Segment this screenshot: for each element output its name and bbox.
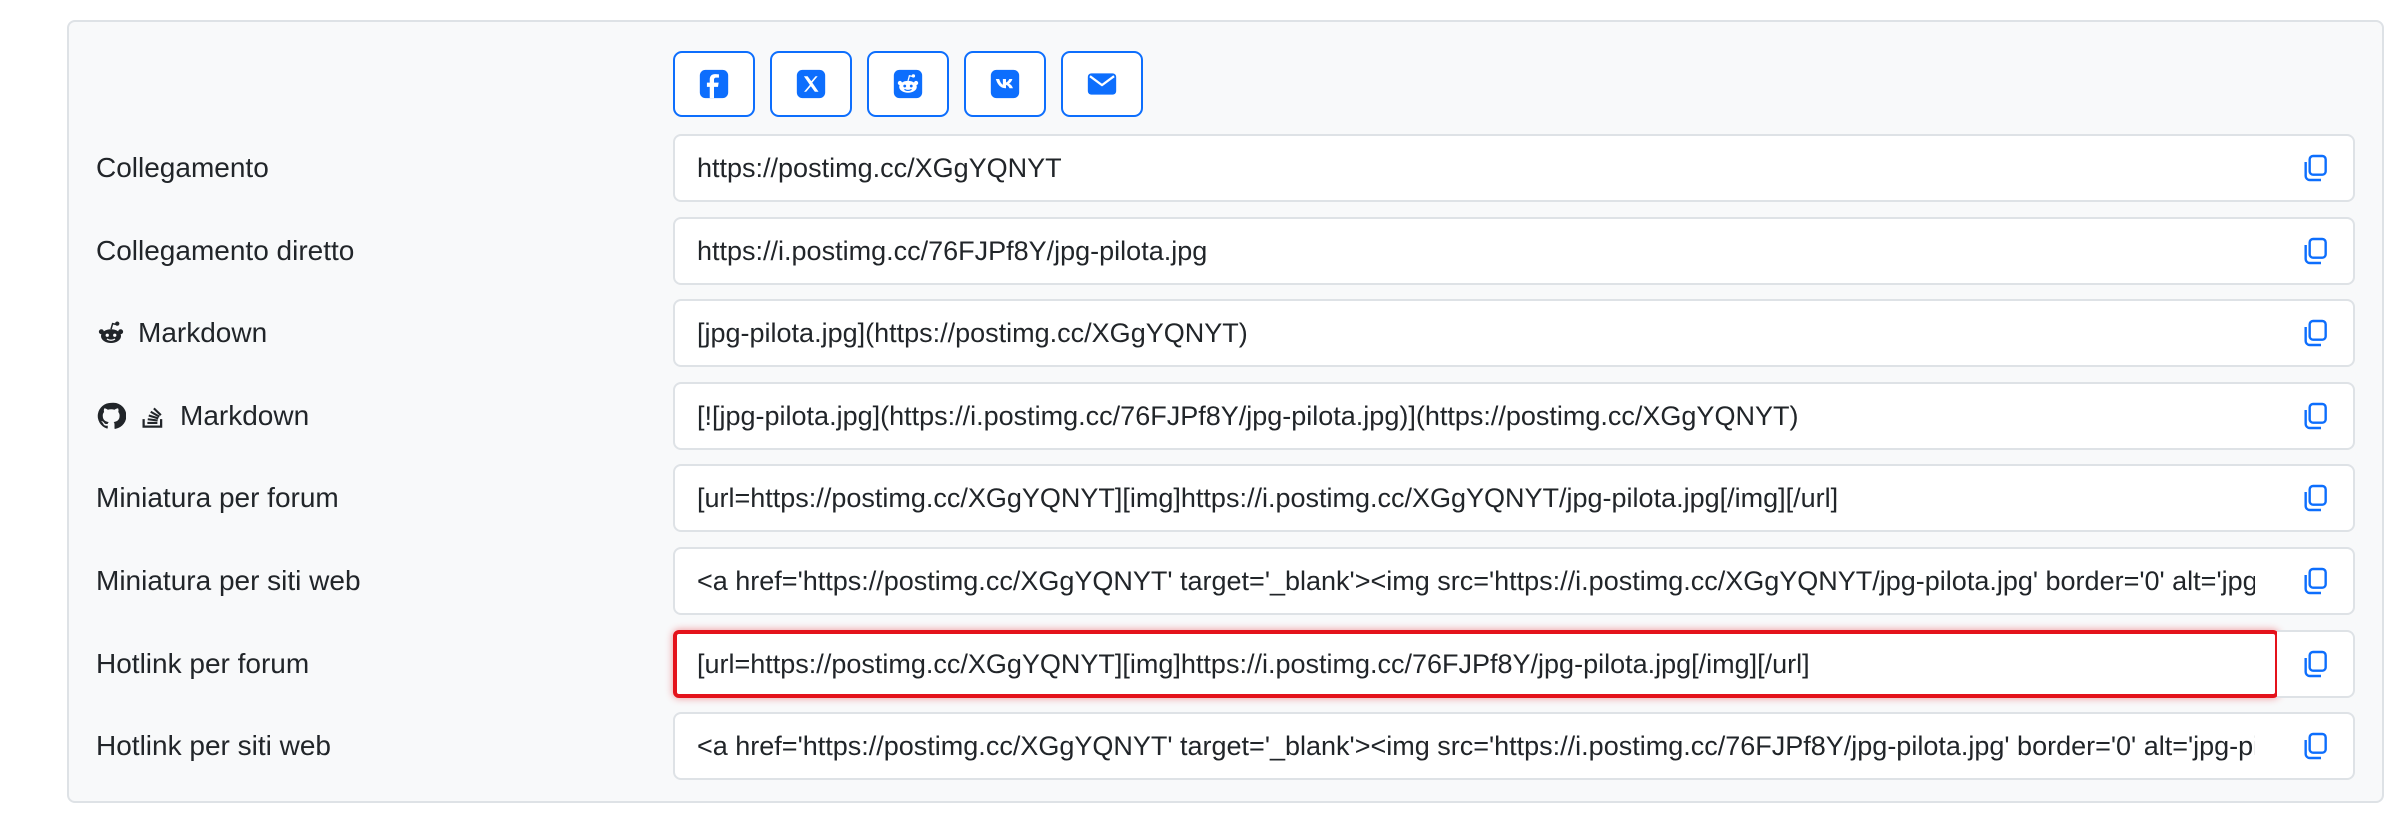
copy-button[interactable] (2277, 630, 2355, 698)
reddit-icon (893, 69, 923, 99)
share-buttons (673, 51, 1143, 117)
reddit-icon (98, 321, 124, 343)
row-label-text: Markdown (138, 317, 268, 348)
copy-icon (2304, 484, 2327, 512)
direct-link-row: Collegamento diretto (69, 217, 2382, 285)
hotlink-website-field[interactable] (673, 712, 2279, 780)
row-label-text: Collegamento (96, 152, 269, 183)
copy-icon (2304, 154, 2327, 182)
share-email-button[interactable] (1061, 51, 1143, 117)
row-label: Collegamento diretto (96, 217, 354, 285)
markdown-reddit-row: Markdown (69, 299, 2382, 367)
share-vk-button[interactable] (964, 51, 1046, 117)
thumbnail-forum-row: Miniatura per forum (69, 464, 2382, 532)
github-icon (97, 402, 126, 429)
share-links-panel: Collegamento Collegamento diretto (67, 20, 2384, 803)
row-label-text: Miniatura per siti web (96, 565, 361, 596)
row-label: Hotlink per forum (96, 630, 309, 698)
copy-button[interactable] (2277, 464, 2355, 532)
markdown-reddit-field[interactable] (673, 299, 2279, 367)
link-row: Collegamento (69, 134, 2382, 202)
thumbnail-forum-field[interactable] (673, 464, 2279, 532)
copy-button[interactable] (2277, 382, 2355, 450)
hotlink-website-row: Hotlink per siti web (69, 712, 2382, 780)
x-twitter-icon (796, 69, 826, 99)
markdown-github-field[interactable] (673, 382, 2279, 450)
copy-button[interactable] (2277, 547, 2355, 615)
copy-button[interactable] (2277, 134, 2355, 202)
copy-icon (2304, 732, 2327, 760)
row-label: Markdown (96, 299, 267, 367)
copy-icon (2304, 237, 2327, 265)
row-label: Miniatura per siti web (96, 547, 361, 615)
row-label-text: Hotlink per forum (96, 648, 310, 679)
thumbnail-website-row: Miniatura per siti web (69, 547, 2382, 615)
link-field[interactable] (673, 134, 2279, 202)
row-label: Collegamento (96, 134, 269, 202)
share-facebook-button[interactable] (673, 51, 755, 117)
copy-icon (2304, 650, 2327, 678)
stack-overflow-icon (142, 407, 163, 428)
direct-link-field[interactable] (673, 217, 2279, 285)
copy-button[interactable] (2277, 217, 2355, 285)
hotlink-forum-field[interactable] (673, 630, 2279, 698)
row-label: Miniatura per forum (96, 464, 339, 532)
vk-icon (990, 69, 1020, 99)
row-label-text: Markdown (180, 400, 310, 431)
copy-button[interactable] (2277, 299, 2355, 367)
markdown-github-row: Markdown (69, 382, 2382, 450)
thumbnail-website-field[interactable] (673, 547, 2279, 615)
facebook-icon (699, 69, 729, 99)
share-reddit-button[interactable] (867, 51, 949, 117)
row-label-text: Miniatura per forum (96, 482, 339, 513)
row-label: Markdown (96, 382, 309, 450)
envelope-icon (1087, 73, 1117, 95)
share-x-button[interactable] (770, 51, 852, 117)
copy-icon (2304, 402, 2327, 430)
row-label: Hotlink per siti web (96, 712, 331, 780)
row-label-text: Collegamento diretto (96, 235, 355, 266)
hotlink-forum-row: Hotlink per forum (69, 630, 2382, 698)
row-label-text: Hotlink per siti web (96, 730, 331, 761)
copy-icon (2304, 567, 2327, 595)
copy-icon (2304, 319, 2327, 347)
copy-button[interactable] (2277, 712, 2355, 780)
